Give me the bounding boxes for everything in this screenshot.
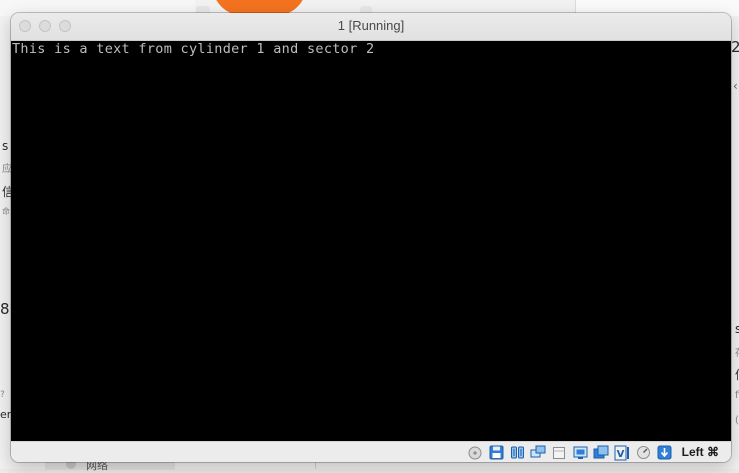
window-titlebar[interactable]: 1 [Running] [11, 13, 731, 41]
optical-drive-icon[interactable] [466, 444, 484, 461]
background-text: 2 [731, 38, 739, 56]
shared-folder-icon[interactable] [571, 444, 589, 461]
background-text: 8 [0, 300, 10, 318]
background-text: 存 [735, 344, 739, 359]
background-text: fi [735, 390, 739, 401]
background-text: ? [0, 390, 5, 400]
background-text: s [2, 139, 9, 153]
window-title: 1 [Running] [337, 18, 405, 33]
display-icon[interactable] [592, 444, 610, 461]
mouse-integration-icon[interactable] [655, 444, 673, 461]
recording-icon[interactable]: V [613, 444, 631, 461]
background-text: 信 [735, 366, 739, 383]
console-text: This is a text from cylinder 1 and secto… [12, 41, 375, 57]
network-icon[interactable] [529, 444, 547, 461]
vm-statusbar: V Left ⌘ [11, 441, 731, 462]
host-key-label: Left ⌘ [681, 445, 719, 459]
cpu-icon[interactable] [634, 444, 652, 461]
floppy-icon[interactable] [487, 444, 505, 461]
usb-icon[interactable] [550, 444, 568, 461]
vm-window: 1 [Running] This is a text from cylinder… [11, 13, 731, 462]
background-text: ( [735, 415, 739, 426]
background-text: s [735, 322, 739, 336]
audio-icon[interactable] [508, 444, 526, 461]
background-text: 命 [2, 207, 10, 216]
svg-text:V: V [617, 449, 625, 460]
vm-display[interactable]: This is a text from cylinder 1 and secto… [11, 41, 731, 441]
background-text: ‹ [733, 79, 738, 93]
